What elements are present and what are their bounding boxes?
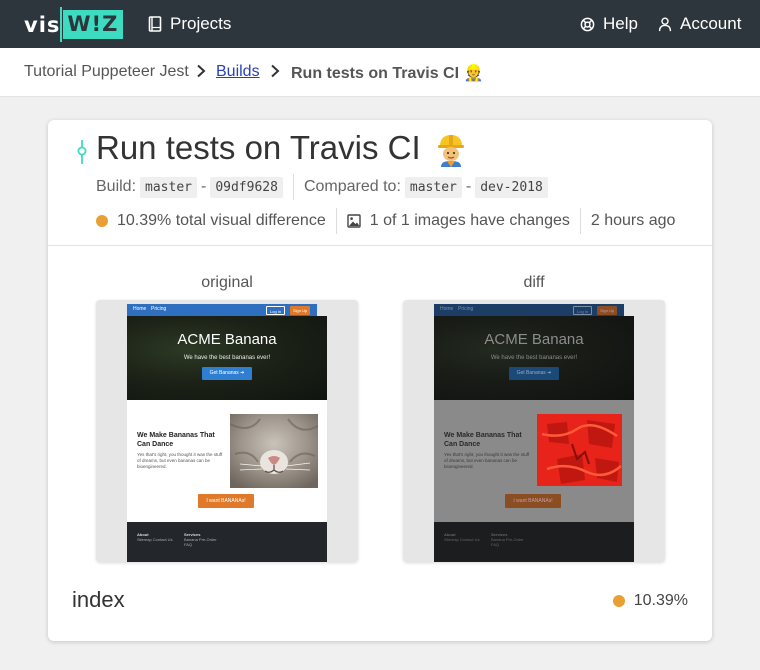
nav-account-link[interactable]: Account: [658, 0, 741, 48]
screenshot-hero-button: Get Bananas ➔: [509, 367, 559, 380]
breadcrumb-current: Run tests on Travis CI 👷: [291, 65, 484, 82]
screenshot-hero-title: ACME Banana: [177, 331, 277, 348]
build-card: Run tests on Travis CI Build: master - 0…: [48, 120, 712, 641]
screenshot-hero-subtitle: We have the best bananas ever!: [490, 355, 578, 361]
footer-services-links: Banana Pre-Order FAQ: [491, 537, 524, 547]
logo-wiz-label: W!Z: [67, 12, 119, 36]
logo-text-vis: vis: [24, 12, 61, 37]
status-dot-icon: [612, 595, 625, 607]
build-branch: master: [140, 176, 197, 198]
screenshot-hero: ACME Banana We have the best bananas eve…: [434, 316, 634, 400]
dash-separator: -: [201, 178, 207, 195]
footer-about-links: Sitemap Contact Us: [444, 537, 480, 542]
time-ago: 2 hours ago: [590, 212, 676, 229]
compared-ref[interactable]: dev-2018: [475, 176, 548, 198]
screenshot-content: We Make Bananas That Can Dance Yes that'…: [127, 400, 327, 522]
lifebuoy-icon: [580, 17, 595, 31]
screen-difference-value: 10.39%: [633, 592, 688, 609]
screenshot-hero-title: ACME Banana: [484, 331, 584, 348]
original-screenshot[interactable]: Home Pricing Log In Sign Up ACME Banana …: [96, 300, 358, 562]
dash-separator: -: [465, 178, 472, 195]
build-title: Run tests on Travis CI: [96, 129, 466, 168]
original-label: original: [201, 274, 253, 291]
image-icon: [347, 214, 361, 228]
build-label: Build:: [96, 178, 137, 195]
screenshot-footer-about: About Sitemap Contact Us: [444, 532, 484, 542]
nav-help-link[interactable]: Help: [580, 0, 638, 48]
screenshot-heading: We Make Bananas That Can Dance: [444, 432, 522, 448]
screenshot-footer-services: Services Banana Pre-Order FAQ: [184, 532, 224, 547]
screenshot-signup: Sign Up: [597, 306, 618, 315]
top-navbar: vis W!Z Projects Help Account: [0, 0, 760, 48]
screenshot-nav-pricing: Pricing: [458, 306, 474, 312]
logo-text-wiz: W!Z: [60, 7, 124, 42]
breadcrumb: Tutorial Puppeteer Jest Builds Run tests…: [0, 48, 760, 97]
screenshot-cta: I want BANANAs!: [198, 494, 254, 508]
viswiz-logo[interactable]: vis W!Z: [24, 7, 124, 42]
screenshot-nav-home: Home: [133, 306, 147, 312]
screenshot-navbar: Home Pricing Log In Sign Up: [434, 304, 624, 316]
screen-name: index: [72, 587, 125, 612]
screenshot-footer: About Sitemap Contact Us Services Banana P…: [434, 522, 634, 562]
nav-account-label: Account: [680, 14, 742, 33]
screenshot-nav-pricing: Pricing: [151, 306, 167, 312]
screenshot-footer-about: About Sitemap Contact Us: [137, 532, 177, 542]
screenshot-hero-button: Get Bananas ➔: [202, 367, 252, 380]
screen-difference: 10.39%: [612, 592, 688, 610]
user-icon: [658, 17, 672, 31]
card-divider: [48, 245, 712, 246]
breadcrumb-project[interactable]: Tutorial Puppeteer Jest: [24, 63, 189, 81]
screenshot-login: Log In: [266, 306, 286, 315]
logo-cursor: [60, 7, 63, 42]
build-stats: 10.39% total visual difference 1 of 1 im…: [96, 208, 676, 234]
divider: [292, 174, 294, 200]
footer-services-links: Banana Pre-Order FAQ: [184, 537, 217, 547]
cat-photo: [230, 414, 318, 488]
breadcrumb-builds-link[interactable]: Builds: [216, 63, 260, 81]
diff-screenshot[interactable]: Home Pricing Log In Sign Up ACME Banana …: [403, 300, 665, 562]
screenshot-paragraph: Yes that's right, you thought it was the…: [137, 452, 223, 469]
diff-label: diff: [523, 274, 545, 291]
divider: [579, 208, 581, 234]
footer-about-links: Sitemap Contact Us: [137, 537, 173, 542]
nav-help-label: Help: [603, 14, 638, 33]
screenshot-footer-services: Services Banana Pre-Order FAQ: [491, 532, 531, 547]
screenshot-page: Home Pricing Log In Sign Up ACME Banana …: [434, 300, 634, 562]
images-changed: 1 of 1 images have changes: [369, 212, 570, 229]
chevron-right-icon: [270, 64, 280, 83]
screenshot-paragraph: Yes that's right, you thought it was the…: [444, 452, 530, 469]
screenshot-nav-home: Home: [440, 306, 454, 312]
screenshot-cta: I want BANANAs!: [505, 494, 561, 508]
screenshot-hero: ACME Banana We have the best bananas eve…: [127, 316, 327, 400]
screenshot-login: Log In: [573, 306, 593, 315]
screenshot-footer: About Sitemap Contact Us Services Banana P…: [127, 522, 327, 562]
compared-branch: master: [404, 176, 462, 198]
visual-difference: 10.39% total visual difference: [117, 212, 326, 229]
nav-projects-label: Projects: [170, 14, 232, 33]
diff-highlight-region: [537, 414, 625, 488]
book-icon: [148, 16, 162, 32]
build-meta: Build: master - 09df9628 Compared to: ma…: [96, 174, 548, 200]
screenshot-hero-subtitle: We have the best bananas ever!: [183, 355, 271, 361]
chevron-right-icon: [196, 64, 206, 83]
build-commit[interactable]: 09df9628: [210, 176, 283, 198]
screenshot-content: We Make Bananas That Can Dance Yes that'…: [434, 400, 634, 522]
screenshot-signup: Sign Up: [290, 306, 311, 315]
screenshot-navbar: Home Pricing Log In Sign Up: [127, 304, 317, 316]
status-dot-icon: [96, 215, 108, 227]
compared-label: Compared to:: [303, 178, 401, 195]
nav-projects-link[interactable]: Projects: [148, 0, 231, 48]
screenshot-heading: We Make Bananas That Can Dance: [137, 432, 215, 448]
screenshot-page: Home Pricing Log In Sign Up ACME Banana …: [127, 300, 327, 562]
git-commit-icon: [77, 140, 87, 164]
construction-worker-emoji-icon: [437, 135, 464, 168]
build-title-text: Run tests on Travis CI: [96, 129, 421, 166]
divider: [335, 208, 337, 234]
